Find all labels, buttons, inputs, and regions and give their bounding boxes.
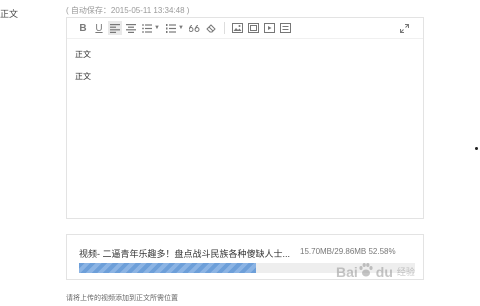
- clear-format-button[interactable]: [204, 21, 218, 35]
- numbered-list-caret-icon[interactable]: ▼: [178, 25, 184, 31]
- bullet-list-caret-icon[interactable]: ▼: [154, 25, 160, 31]
- fullscreen-button[interactable]: [397, 21, 411, 35]
- body-section-label: 正文: [0, 9, 19, 19]
- align-center-icon: [126, 23, 136, 33]
- toolbar-divider: [223, 22, 225, 34]
- video-icon: [264, 23, 276, 33]
- insert-video-button[interactable]: [263, 21, 277, 35]
- insert-gallery-button[interactable]: [247, 21, 261, 35]
- upload-video-title: 视频- 二逼青年乐趣多！盘点战斗民族各种傻缺人士...: [79, 249, 291, 259]
- content-line[interactable]: 正文: [75, 49, 415, 60]
- attachment-icon: [280, 23, 292, 33]
- paw-logo-icon: [358, 262, 374, 281]
- upload-progress-fill: [79, 263, 256, 273]
- upload-hint-text: 请将上传的视频添加到正文所需位置: [66, 295, 178, 302]
- align-left-icon: [110, 23, 120, 33]
- editor-toolbar: B U ▼ ▼: [67, 18, 423, 39]
- quote-button[interactable]: [188, 21, 202, 35]
- baidu-jingyan-watermark-logo: Bai du 经验: [336, 262, 415, 281]
- content-line[interactable]: 正文: [75, 71, 415, 82]
- insert-file-button[interactable]: [279, 21, 293, 35]
- numbered-list-icon: [165, 23, 176, 33]
- eraser-icon: [206, 24, 216, 33]
- autosave-status: ( 自动保存：2015-05-11 13:34:48 ): [66, 6, 190, 15]
- numbered-list-button[interactable]: [164, 21, 178, 35]
- bold-button[interactable]: B: [76, 21, 90, 35]
- expand-icon: [399, 23, 409, 33]
- quote-icon: [189, 24, 200, 32]
- image-icon: [232, 23, 244, 33]
- underline-button[interactable]: U: [92, 21, 106, 35]
- bullet-list-button[interactable]: [140, 21, 154, 35]
- gallery-icon: [248, 23, 260, 33]
- bullet-list-icon: [142, 23, 152, 33]
- upload-progress-stats: 15.70MB/29.86MB 52.58%: [300, 247, 396, 256]
- align-left-button[interactable]: [108, 21, 122, 35]
- rich-text-editor: B U ▼ ▼ 正文 正文: [66, 17, 424, 219]
- editor-content-area[interactable]: 正文 正文: [67, 39, 423, 103]
- insert-image-button[interactable]: [231, 21, 245, 35]
- stray-dot: [475, 147, 478, 150]
- align-center-button[interactable]: [124, 21, 138, 35]
